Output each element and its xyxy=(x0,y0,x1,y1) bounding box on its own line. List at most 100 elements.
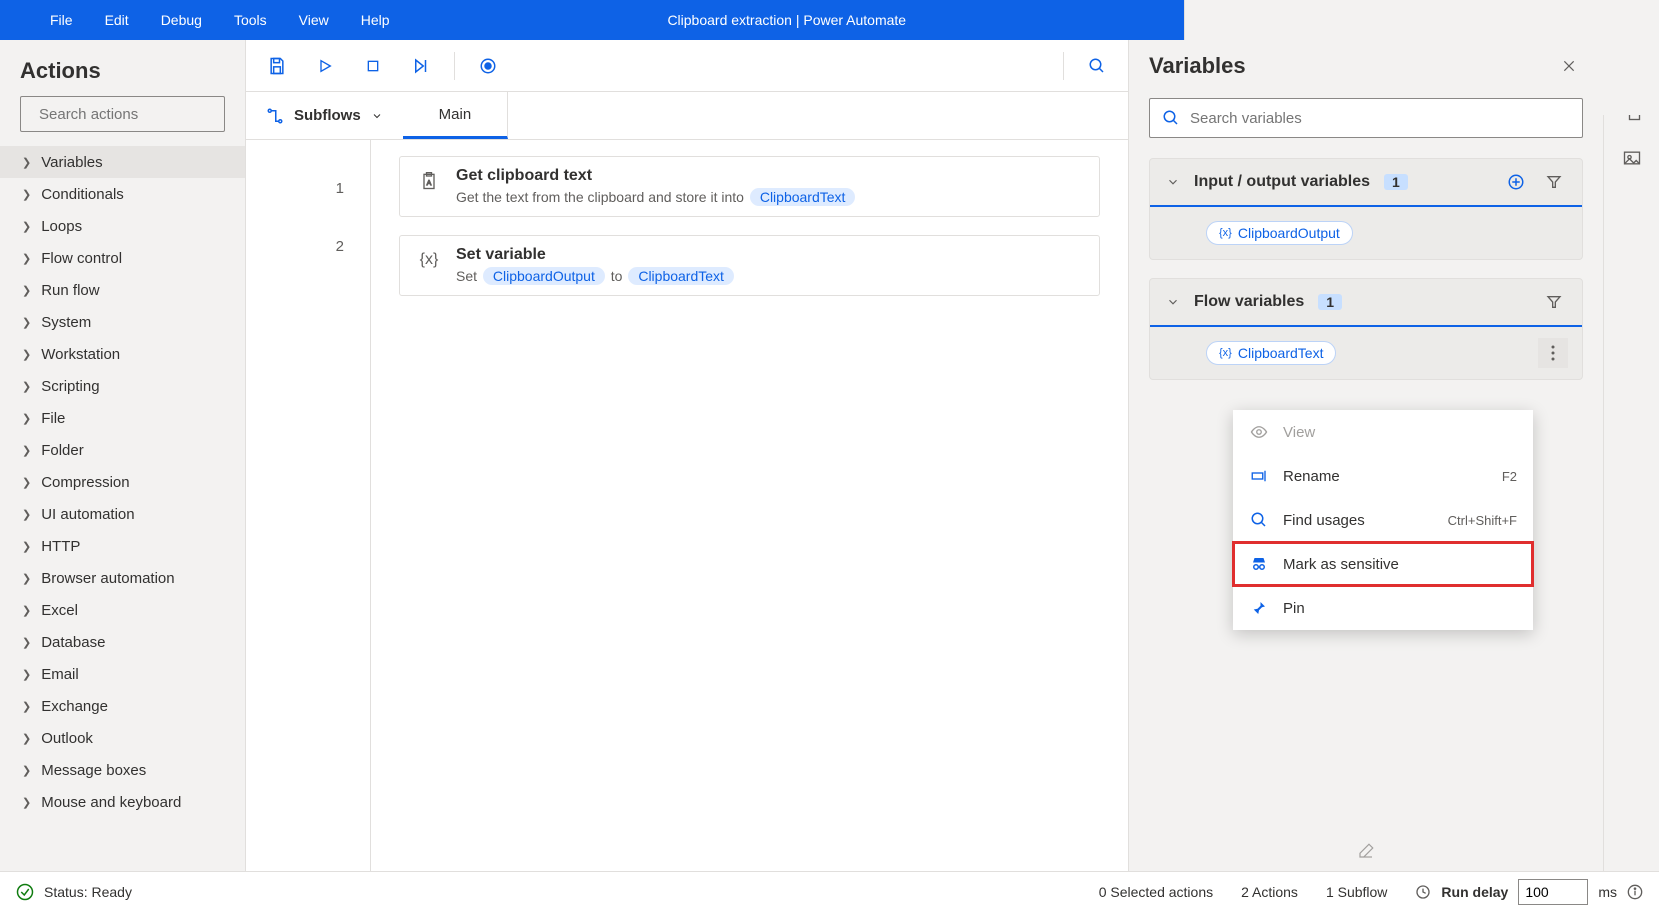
category-variables[interactable]: ❯Variables xyxy=(0,146,245,178)
info-icon[interactable] xyxy=(1627,884,1643,900)
variable-context-menu: View Rename F2 Find usages Ctrl+Shift+F … xyxy=(1233,410,1533,630)
category-conditionals[interactable]: ❯Conditionals xyxy=(0,178,245,210)
category-excel[interactable]: ❯Excel xyxy=(0,594,245,626)
chevron-right-icon: ❯ xyxy=(22,636,31,649)
status-text: Status: Ready xyxy=(44,884,132,900)
step-button[interactable] xyxy=(406,51,436,81)
search-actions-box[interactable] xyxy=(20,96,225,132)
category-file[interactable]: ❯File xyxy=(0,402,245,434)
chevron-right-icon: ❯ xyxy=(22,668,31,681)
chevron-down-icon xyxy=(1166,175,1180,189)
selected-actions-count: 0 Selected actions xyxy=(1099,884,1213,900)
chevron-right-icon: ❯ xyxy=(22,284,31,297)
chevron-right-icon: ❯ xyxy=(22,572,31,585)
chevron-right-icon: ❯ xyxy=(22,188,31,201)
chevron-right-icon: ❯ xyxy=(22,732,31,745)
category-system[interactable]: ❯System xyxy=(0,306,245,338)
rename-icon xyxy=(1249,467,1269,485)
search-icon xyxy=(1162,109,1180,127)
minimize-button[interactable] xyxy=(1393,0,1441,19)
category-http[interactable]: ❯HTTP xyxy=(0,530,245,562)
tab-main[interactable]: Main xyxy=(403,92,509,139)
subflows-dropdown[interactable]: Subflows xyxy=(246,92,403,139)
images-pane-icon[interactable] xyxy=(1620,146,1644,170)
menu-rename[interactable]: Rename F2 xyxy=(1233,454,1533,498)
category-database[interactable]: ❯Database xyxy=(0,626,245,658)
category-scripting[interactable]: ❯Scripting xyxy=(0,370,245,402)
category-exchange[interactable]: ❯Exchange xyxy=(0,690,245,722)
category-email[interactable]: ❯Email xyxy=(0,658,245,690)
menu-mark-sensitive[interactable]: Mark as sensitive xyxy=(1233,542,1533,586)
save-button[interactable] xyxy=(262,51,292,81)
category-run-flow[interactable]: ❯Run flow xyxy=(0,274,245,306)
check-circle-icon xyxy=(16,883,34,901)
variable-icon: {x} xyxy=(1219,227,1232,239)
step-title: Get clipboard text xyxy=(456,167,857,185)
record-button[interactable] xyxy=(473,51,503,81)
menu-find-usages[interactable]: Find usages Ctrl+Shift+F xyxy=(1233,498,1533,542)
chevron-right-icon: ❯ xyxy=(22,796,31,809)
chevron-right-icon: ❯ xyxy=(22,412,31,425)
chevron-right-icon: ❯ xyxy=(22,476,31,489)
chevron-right-icon: ❯ xyxy=(22,700,31,713)
menu-edit[interactable]: Edit xyxy=(105,12,129,28)
chevron-right-icon: ❯ xyxy=(22,316,31,329)
filter-button[interactable] xyxy=(1542,174,1566,190)
flow-step[interactable]: A Get clipboard text Get the text from the… xyxy=(399,156,1100,217)
flow-step[interactable]: {x}Set variableSet ClipboardOutput to Cl… xyxy=(399,235,1100,296)
category-outlook[interactable]: ❯Outlook xyxy=(0,722,245,754)
menu-help[interactable]: Help xyxy=(361,12,390,28)
category-ui-automation[interactable]: ❯UI automation xyxy=(0,498,245,530)
variable-chip[interactable]: {x}ClipboardOutput xyxy=(1206,221,1353,245)
category-browser-automation[interactable]: ❯Browser automation xyxy=(0,562,245,594)
chevron-right-icon: ❯ xyxy=(22,156,31,169)
menu-pin[interactable]: Pin xyxy=(1233,586,1533,630)
menu-view[interactable]: View xyxy=(1233,410,1533,454)
run-delay-input[interactable] xyxy=(1518,879,1588,905)
eraser-icon[interactable] xyxy=(1357,842,1375,860)
pin-icon xyxy=(1249,599,1269,617)
stop-button[interactable] xyxy=(358,51,388,81)
category-compression[interactable]: ❯Compression xyxy=(0,466,245,498)
subflows-icon xyxy=(266,107,284,125)
chevron-right-icon: ❯ xyxy=(22,220,31,233)
step-icon: A xyxy=(418,170,440,192)
close-variables-button[interactable] xyxy=(1555,52,1583,80)
clock-icon xyxy=(1415,884,1431,900)
chevron-right-icon: ❯ xyxy=(22,764,31,777)
step-description: Get the text from the clipboard and stor… xyxy=(456,188,857,206)
search-actions-input[interactable] xyxy=(39,106,238,123)
chevron-down-icon xyxy=(1166,295,1180,309)
category-folder[interactable]: ❯Folder xyxy=(0,434,245,466)
chevron-right-icon: ❯ xyxy=(22,252,31,265)
search-variables-box[interactable] xyxy=(1149,98,1583,138)
menu-debug[interactable]: Debug xyxy=(161,12,202,28)
menu-file[interactable]: File xyxy=(50,12,73,28)
eye-icon xyxy=(1249,423,1269,441)
filter-button[interactable] xyxy=(1542,294,1566,310)
category-message-boxes[interactable]: ❯Message boxes xyxy=(0,754,245,786)
run-button[interactable] xyxy=(310,51,340,81)
step-icon: {x} xyxy=(418,249,440,271)
run-delay-label: Run delay xyxy=(1441,884,1508,900)
variables-heading: Variables xyxy=(1149,53,1246,79)
menu-view[interactable]: View xyxy=(299,12,329,28)
chevron-right-icon: ❯ xyxy=(22,348,31,361)
add-variable-button[interactable] xyxy=(1504,173,1528,191)
variable-more-button[interactable] xyxy=(1538,338,1568,368)
variable-chip[interactable]: {x}ClipboardText xyxy=(1206,341,1336,365)
flow-variables-header[interactable]: Flow variables1 xyxy=(1150,279,1582,327)
chevron-right-icon: ❯ xyxy=(22,604,31,617)
category-workstation[interactable]: ❯Workstation xyxy=(0,338,245,370)
search-variables-input[interactable] xyxy=(1190,110,1570,127)
menu-tools[interactable]: Tools xyxy=(234,12,267,28)
subflows-count: 1 Subflow xyxy=(1326,884,1387,900)
actions-heading: Actions xyxy=(0,40,245,96)
category-mouse-and-keyboard[interactable]: ❯Mouse and keyboard xyxy=(0,786,245,818)
chevron-right-icon: ❯ xyxy=(22,380,31,393)
category-loops[interactable]: ❯Loops xyxy=(0,210,245,242)
step-title: Set variable xyxy=(456,246,736,264)
category-flow-control[interactable]: ❯Flow control xyxy=(0,242,245,274)
io-variables-header[interactable]: Input / output variables1 xyxy=(1150,159,1582,207)
search-flow-button[interactable] xyxy=(1082,51,1112,81)
